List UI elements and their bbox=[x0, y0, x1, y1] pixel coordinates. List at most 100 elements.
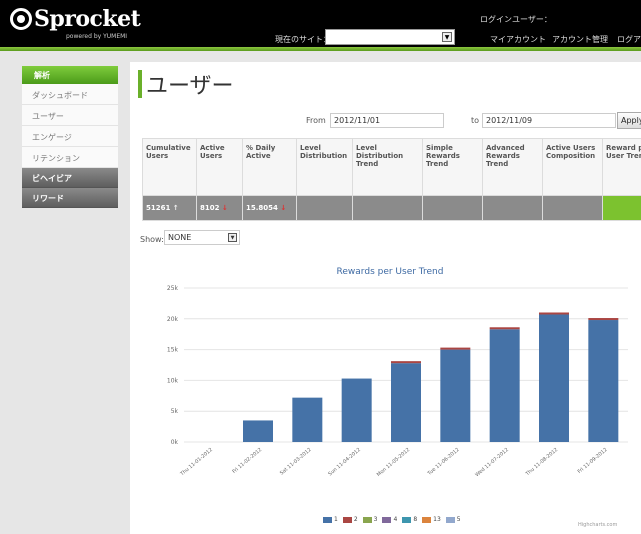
bar-series-1[interactable] bbox=[440, 349, 471, 442]
sprocket-logo[interactable]: Sprocket powered by YUMEMI bbox=[10, 6, 141, 42]
x-tick-label: Wed 11-07-2012 bbox=[474, 447, 510, 478]
legend-label: 5 bbox=[456, 516, 461, 523]
bar-series-1[interactable] bbox=[588, 320, 619, 442]
bar-series-1[interactable] bbox=[539, 314, 569, 442]
chart-svg: Rewards per User Trend 0k5k10k15k20k25k … bbox=[167, 267, 628, 478]
metric-header-level-distribution-trend[interactable]: Level Distribution Trend bbox=[352, 138, 423, 196]
legend-item[interactable]: 5 bbox=[441, 516, 461, 523]
sidebar-section-analytics[interactable]: 解析 bbox=[22, 66, 118, 84]
sidebar-item-engage[interactable]: エンゲージ bbox=[22, 126, 118, 147]
title-accent-bar bbox=[138, 70, 142, 98]
dropdown-arrow-icon[interactable]: ▼ bbox=[228, 233, 237, 242]
sprocket-logo-icon bbox=[10, 8, 32, 30]
my-account-link[interactable]: マイアカウント bbox=[490, 34, 546, 45]
sidebar-item-retention[interactable]: リテンション bbox=[22, 147, 118, 168]
metric-header-daily-active[interactable]: % Daily Active bbox=[242, 138, 297, 196]
metric-header-active-users[interactable]: Active Users bbox=[196, 138, 243, 196]
metric-header-active-users-composition[interactable]: Active Users Composition bbox=[542, 138, 603, 196]
x-tick-label: Sat 11-03-2012 bbox=[279, 447, 313, 477]
x-tick-label: Fri 11-09-2012 bbox=[577, 447, 609, 475]
metric-value-text: 8102 bbox=[200, 204, 220, 212]
trend-up-icon: ↑ bbox=[172, 204, 179, 212]
show-label: Show: bbox=[140, 235, 164, 244]
to-date-input[interactable]: 2012/11/09 bbox=[482, 113, 616, 128]
x-tick-label: Thu 11-01-2012 bbox=[179, 447, 214, 478]
metric-header-advanced-rewards-trend[interactable]: Advanced Rewards Trend bbox=[482, 138, 543, 196]
x-tick-label: Mon 11-05-2012 bbox=[376, 447, 411, 478]
y-tick-label: 10k bbox=[167, 377, 179, 384]
metric-value-daily-active: 15.8054 ↓ bbox=[242, 195, 297, 221]
chart-credit[interactable]: Highcharts.com bbox=[578, 522, 617, 528]
legend-swatch bbox=[323, 516, 332, 523]
from-label: From bbox=[306, 116, 326, 125]
metric-header-simple-rewards-trend[interactable]: Simple Rewards Trend bbox=[422, 138, 483, 196]
to-label: to bbox=[471, 116, 480, 125]
bar-series-2[interactable] bbox=[440, 347, 471, 350]
header-accent-line bbox=[0, 47, 641, 51]
metric-value-reward-per-user-trend bbox=[602, 195, 641, 221]
x-tick-label: Fri 11-02-2012 bbox=[231, 447, 263, 475]
y-tick-label: 20k bbox=[167, 316, 179, 323]
legend-item[interactable]: 13 bbox=[417, 516, 441, 523]
legend-swatch bbox=[422, 516, 432, 523]
main-panel: ユーザー From 2012/11/01 to 2012/11/09 Apply… bbox=[130, 62, 641, 534]
trend-down-icon: ↓ bbox=[280, 204, 287, 212]
metric-value-text: 51261 bbox=[146, 204, 171, 212]
legend-swatch bbox=[382, 516, 392, 523]
login-user-label: ログインユーザー： bbox=[480, 15, 552, 24]
metric-value-active-users: 8102 ↓ bbox=[196, 195, 243, 221]
trend-down-icon: ↓ bbox=[221, 204, 228, 212]
metric-value-text: 15.8054 bbox=[246, 204, 278, 212]
legend-item[interactable]: 1 bbox=[318, 516, 338, 523]
page-title: ユーザー bbox=[146, 74, 234, 99]
bar-series-1[interactable] bbox=[391, 363, 421, 442]
top-header: Sprocket powered by YUMEMI ログインユーザー： 現在の… bbox=[0, 0, 641, 47]
logo-text: Sprocket bbox=[34, 6, 141, 32]
y-tick-label: 15k bbox=[167, 347, 179, 354]
sidebar-section-reward[interactable]: リワード bbox=[22, 188, 118, 208]
metric-value-simple-rewards-trend bbox=[422, 195, 483, 221]
chart-title: Rewards per User Trend bbox=[337, 267, 444, 277]
from-date-input[interactable]: 2012/11/01 bbox=[330, 113, 444, 128]
bar-series-2[interactable] bbox=[539, 312, 569, 315]
x-tick-label: Tue 11-06-2012 bbox=[426, 447, 461, 477]
legend-swatch bbox=[402, 516, 412, 523]
bar-series-1[interactable] bbox=[341, 378, 372, 442]
sidebar-item-dashboard[interactable]: ダッシュボード bbox=[22, 84, 118, 105]
chart-legend: 1 2 3 4 8 13 5 bbox=[318, 516, 461, 523]
account-management-link[interactable]: アカウント管理 bbox=[552, 34, 608, 45]
dropdown-arrow-icon[interactable]: ▼ bbox=[442, 32, 452, 42]
bar-series-1[interactable] bbox=[489, 329, 520, 442]
legend-label: 13 bbox=[433, 516, 441, 523]
metric-header-reward-per-user-trend[interactable]: Reward per User Trend bbox=[602, 138, 641, 196]
metric-value-advanced-rewards-trend bbox=[482, 195, 543, 221]
legend-item[interactable]: 8 bbox=[397, 516, 417, 523]
bar-series-1[interactable] bbox=[243, 420, 273, 442]
bar-series-2[interactable] bbox=[489, 327, 520, 330]
legend-swatch bbox=[342, 516, 352, 523]
show-select[interactable]: NONE ▼ bbox=[164, 230, 240, 245]
logout-link[interactable]: ログア bbox=[617, 34, 641, 45]
legend-item[interactable]: 3 bbox=[358, 516, 377, 523]
sidebar-section-behavior[interactable]: ビヘイビア bbox=[22, 168, 118, 188]
metric-value-level-distribution bbox=[296, 195, 353, 221]
show-select-value: NONE bbox=[168, 233, 192, 242]
bar-series-2[interactable] bbox=[588, 318, 619, 321]
metrics-table: Cumulative Users Active Users % Daily Ac… bbox=[142, 138, 641, 221]
legend-swatch bbox=[445, 516, 455, 523]
metric-header-level-distribution[interactable]: Level Distribution bbox=[296, 138, 353, 196]
metric-value-level-distribution-trend bbox=[352, 195, 423, 221]
legend-item[interactable]: 2 bbox=[338, 516, 358, 523]
bar-series-2[interactable] bbox=[391, 361, 421, 364]
x-tick-label: Thu 11-08-2012 bbox=[524, 447, 559, 478]
apply-button[interactable]: Apply bbox=[617, 112, 641, 129]
legend-swatch bbox=[362, 516, 372, 523]
legend-item[interactable]: 4 bbox=[377, 516, 397, 523]
bar-series-1[interactable] bbox=[292, 397, 323, 442]
sidebar-item-users[interactable]: ユーザー bbox=[22, 105, 118, 126]
sidebar: 解析 ダッシュボード ユーザー エンゲージ リテンション ビヘイビア リワード bbox=[22, 66, 118, 208]
y-tick-label: 25k bbox=[167, 285, 179, 292]
metric-value-active-users-composition bbox=[542, 195, 603, 221]
metric-header-cumulative-users[interactable]: Cumulative Users bbox=[142, 138, 197, 196]
site-select[interactable]: ▼ bbox=[325, 29, 455, 45]
